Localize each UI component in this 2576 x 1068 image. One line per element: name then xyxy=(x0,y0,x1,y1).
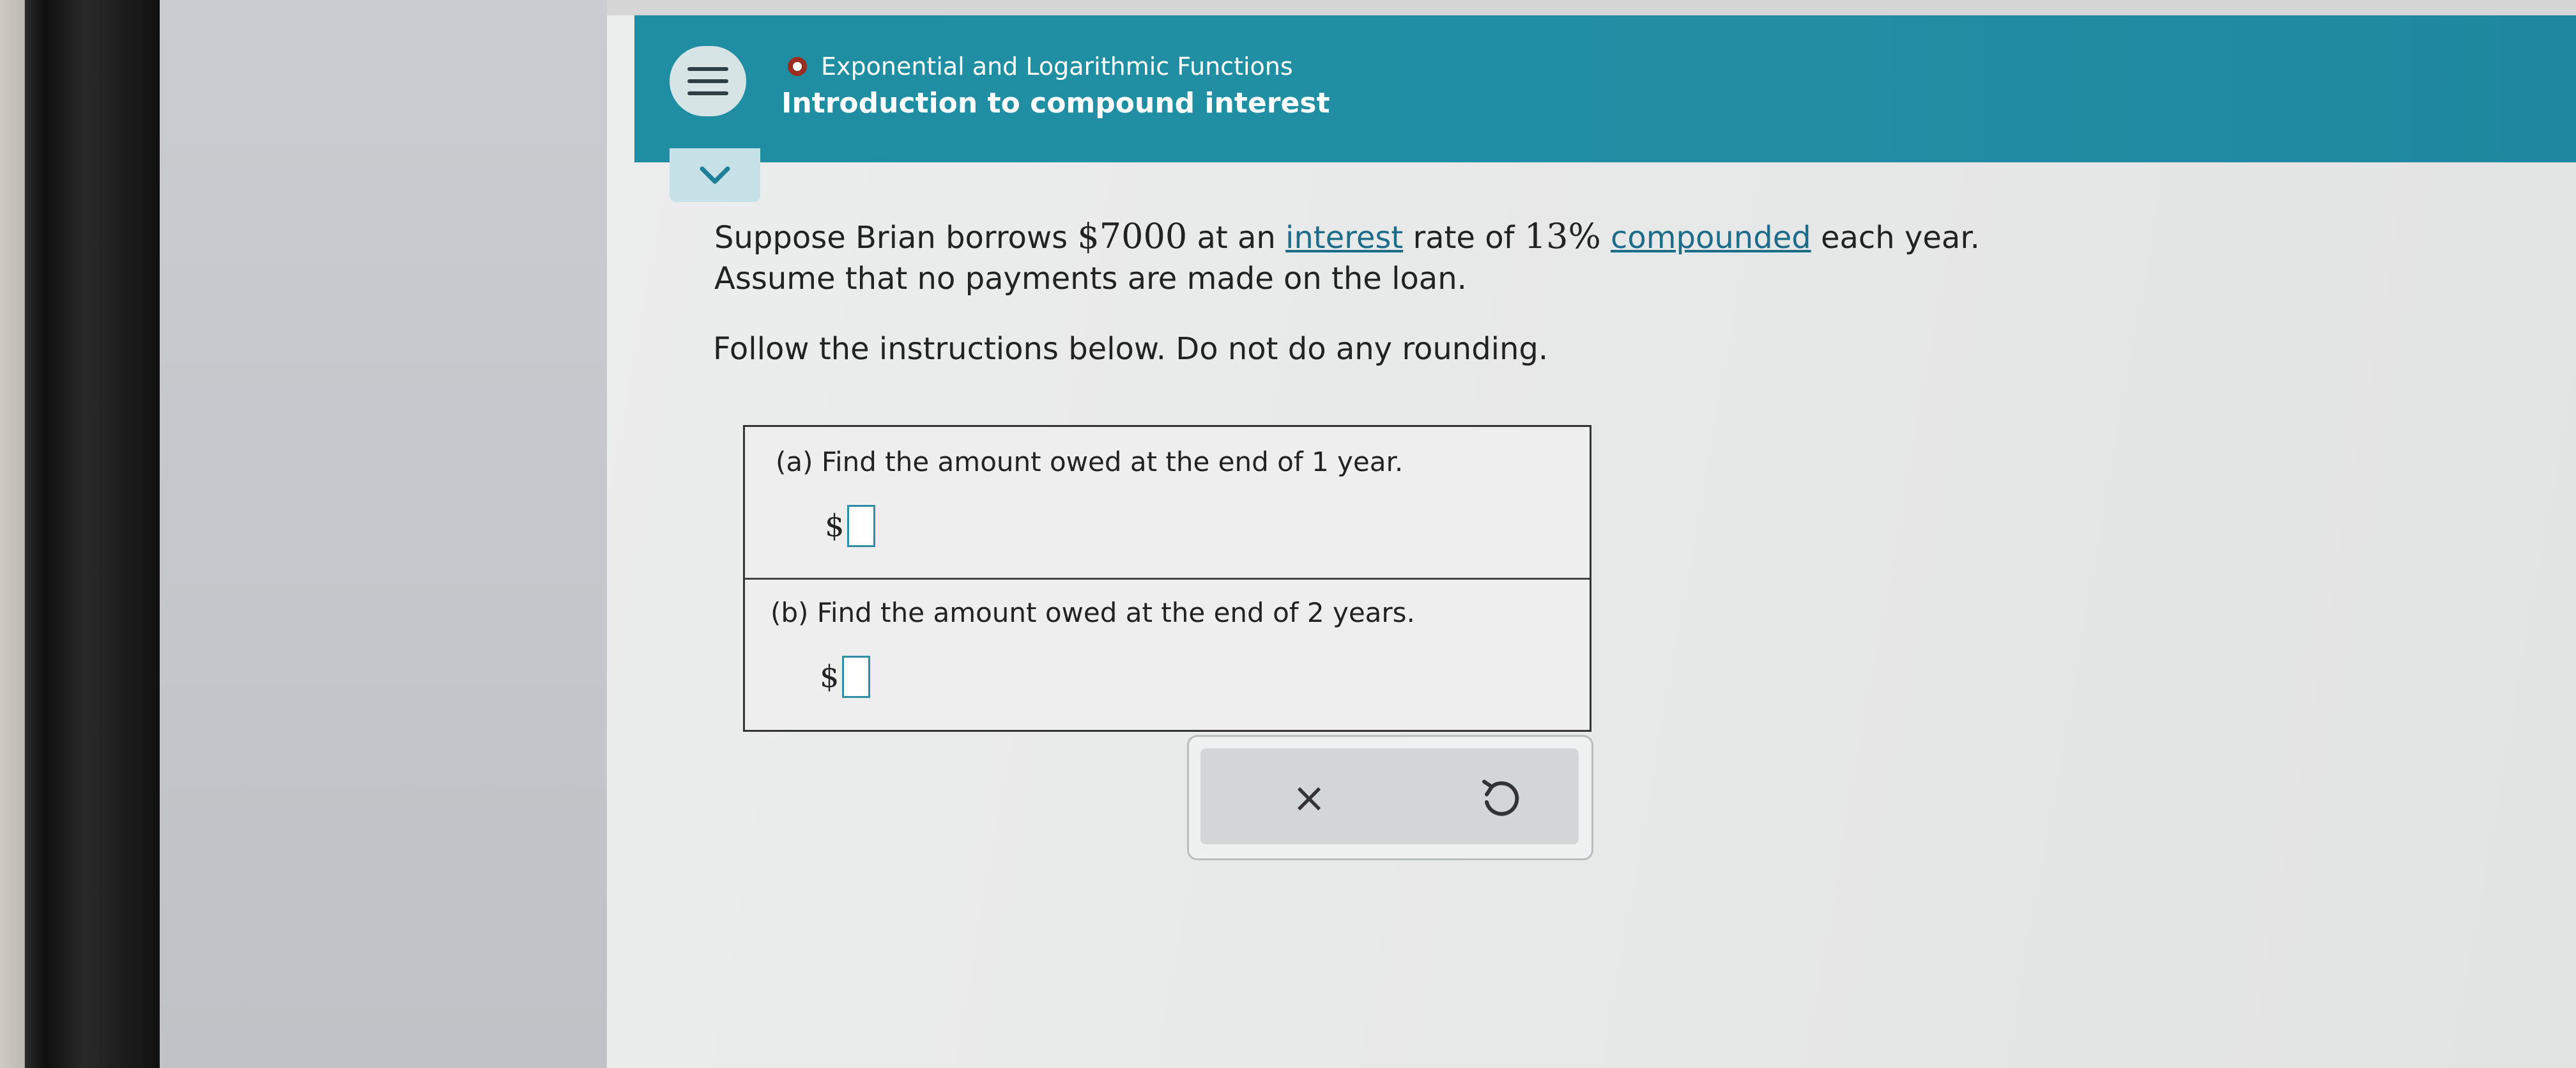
answer-a-input[interactable] xyxy=(847,505,875,547)
problem-text: Suppose Brian borrows xyxy=(714,220,1078,256)
page-title: Introduction to compound interest xyxy=(781,87,1330,120)
menu-icon xyxy=(687,67,728,71)
topic-label: Exponential and Logarithmic Functions xyxy=(821,52,1293,81)
loan-amount: $7000 xyxy=(1077,216,1188,256)
currency-symbol: $ xyxy=(825,508,845,544)
answer-actions: × xyxy=(1187,735,1593,860)
monitor-edge xyxy=(45,0,160,1068)
problem-text: rate of xyxy=(1403,220,1524,256)
topic-row: Exponential and Logarithmic Functions xyxy=(788,47,1293,86)
monitor-bezel xyxy=(0,0,45,1068)
compounded-glossary-link[interactable]: compounded xyxy=(1611,220,1811,256)
undo-button[interactable] xyxy=(1475,773,1526,824)
question-a: (a) Find the amount owed at the end of 1… xyxy=(745,427,1590,580)
currency-symbol: $ xyxy=(820,659,839,695)
top-strip xyxy=(607,0,2576,15)
problem-statement: Suppose Brian borrows $7000 at an intere… xyxy=(714,216,1992,299)
left-margin xyxy=(160,0,607,1068)
progress-status-icon xyxy=(788,57,807,76)
action-buttons: × xyxy=(1200,748,1579,844)
question-a-prompt: (a) Find the amount owed at the end of 1… xyxy=(776,446,1404,477)
clear-answer-button[interactable]: × xyxy=(1284,773,1335,824)
collapse-header-button[interactable] xyxy=(670,148,760,202)
problem-line-2: Assume that no payments are made on the … xyxy=(714,261,1467,297)
answer-a: $ xyxy=(825,505,875,547)
instructions: Follow the instructions below. Do not do… xyxy=(713,331,1549,367)
problem-text: at an xyxy=(1187,220,1286,256)
undo-icon xyxy=(1482,780,1519,816)
question-b: (b) Find the amount owed at the end of 2… xyxy=(745,578,1590,730)
question-box: (a) Find the amount owed at the end of 1… xyxy=(743,425,1591,732)
problem-text: each year. xyxy=(1811,220,1980,256)
problem-text xyxy=(1601,220,1611,256)
menu-button[interactable] xyxy=(670,46,746,116)
interest-rate: 13% xyxy=(1524,216,1601,256)
menu-icon-bar xyxy=(687,79,728,83)
problem-line-1: Suppose Brian borrows $7000 at an intere… xyxy=(714,216,1992,258)
menu-icon-bar xyxy=(687,91,728,95)
answer-b: $ xyxy=(820,656,870,698)
interest-glossary-link[interactable]: interest xyxy=(1285,220,1403,256)
answer-b-input[interactable] xyxy=(841,656,870,698)
question-b-prompt: (b) Find the amount owed at the end of 2… xyxy=(770,597,1415,628)
close-icon: × xyxy=(1292,775,1326,822)
chevron-down-icon xyxy=(700,166,730,184)
